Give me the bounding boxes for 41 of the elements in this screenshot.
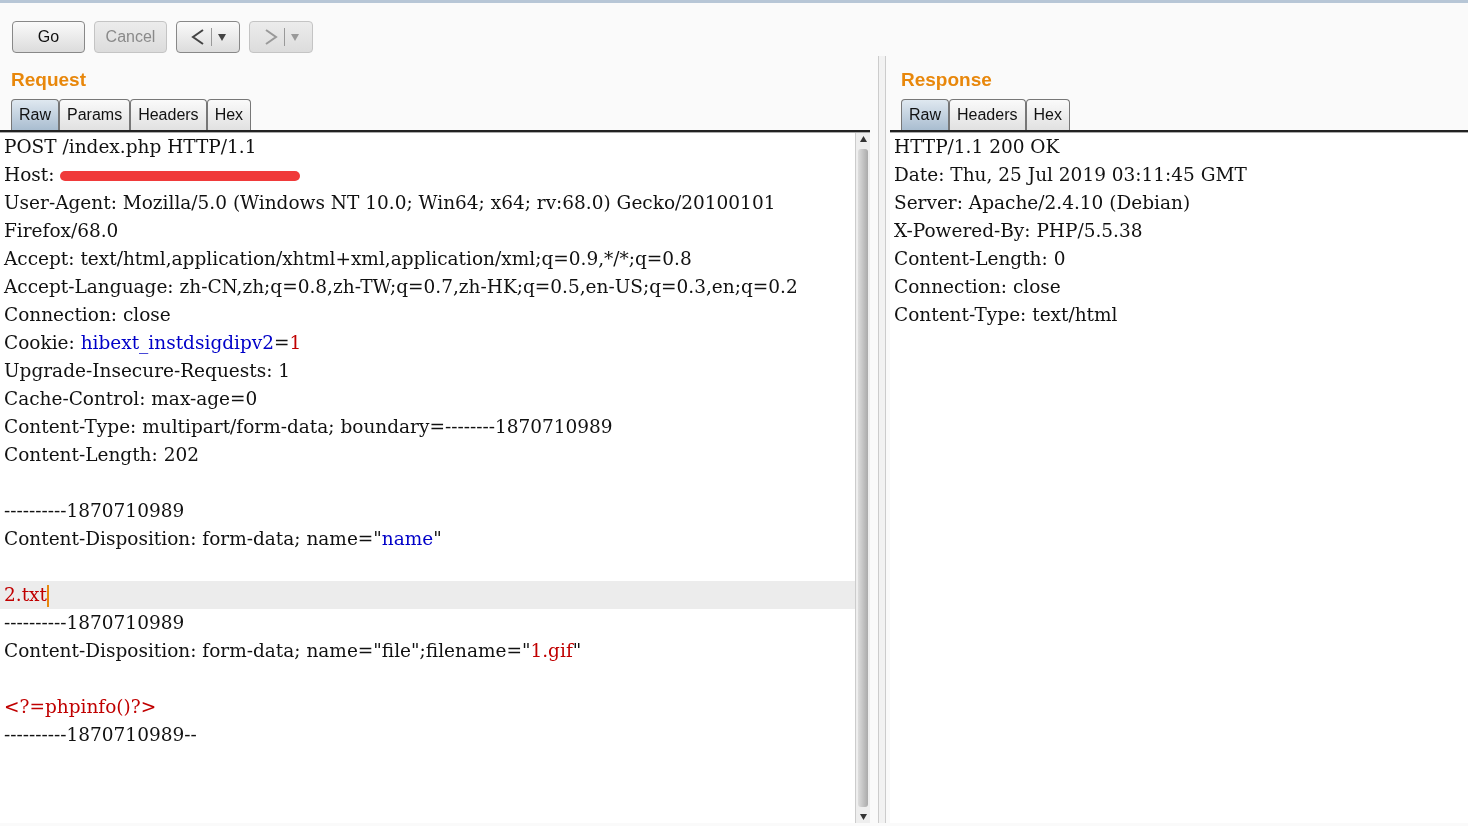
tab[interactable]: Raw (11, 99, 59, 130)
text-line: POST /index.php HTTP/1.1 (3, 135, 258, 159)
text-line: Firefox/68.0 (3, 219, 120, 243)
text-line: Connection: close (893, 275, 1062, 299)
text-line: Host: (4, 164, 55, 185)
text-line: Connection: close (3, 303, 172, 327)
text-line: Content-Disposition: form-data; name="file";filename="1.gif" (3, 639, 583, 663)
text-line: HTTP/1.1 200 OK (893, 135, 1061, 159)
text-line: Content-Type: text/html (893, 303, 1119, 327)
text-line: ----------1870710989 (3, 499, 186, 523)
caret-icon (290, 33, 299, 41)
text-line: Accept: text/html,application/xhtml+xml,application/xml;q=0.9,*/*;q=0.8 (3, 247, 693, 271)
text-line: Content-Length: 202 (3, 443, 200, 467)
text-line: Cookie: hibext_instdsigdipv2=1 (3, 331, 303, 356)
text-line: Accept-Language: zh-CN,zh;q=0.8,zh-TW;q=0.7,zh-HK;q=0.5,en-US;q=0.3,en;q=0.2 (3, 275, 799, 299)
tab[interactable]: Params (59, 99, 131, 130)
text-line: User-Agent: Mozilla/5.0 (Windows NT 10.0; Win64; x64; rv:68.0) Gecko/20100101 (3, 191, 777, 215)
chevron-left-icon (190, 28, 205, 46)
request-title: Request (10, 68, 87, 92)
text-line: X-Powered-By: PHP/5.5.38 (893, 219, 1144, 243)
response-title: Response (900, 68, 993, 92)
back-button[interactable] (176, 21, 240, 53)
tab[interactable]: Headers (130, 99, 207, 130)
tab[interactable]: Hex (1025, 99, 1070, 130)
text-line: ----------1870710989-- (3, 723, 198, 747)
caret-icon (217, 33, 226, 41)
tab[interactable]: Hex (206, 99, 252, 130)
text-line: Upgrade-Insecure-Requests: 1 (3, 359, 292, 383)
chevron-right-icon (263, 28, 278, 46)
tab[interactable]: Raw (901, 99, 949, 130)
text-line: <?=phpinfo()?> (3, 695, 158, 719)
text-line: ----------1870710989 (3, 611, 186, 635)
go-button[interactable]: Go (12, 21, 85, 53)
text-line: Cache-Control: max-age=0 (3, 387, 259, 411)
text-line: Content-Disposition: form-data; name="name" (3, 527, 443, 551)
tab[interactable]: Headers (949, 99, 1026, 130)
text-line: Date: Thu, 25 Jul 2019 03:11:45 GMT (893, 163, 1248, 187)
text-line: Content-Length: 0 (893, 247, 1067, 271)
scrollbar[interactable] (855, 133, 870, 823)
text-line: Server: Apache/2.4.10 (Debian) (893, 191, 1192, 215)
text-line: Content-Type: multipart/form-data; boundary=--------1870710989 (3, 415, 614, 439)
